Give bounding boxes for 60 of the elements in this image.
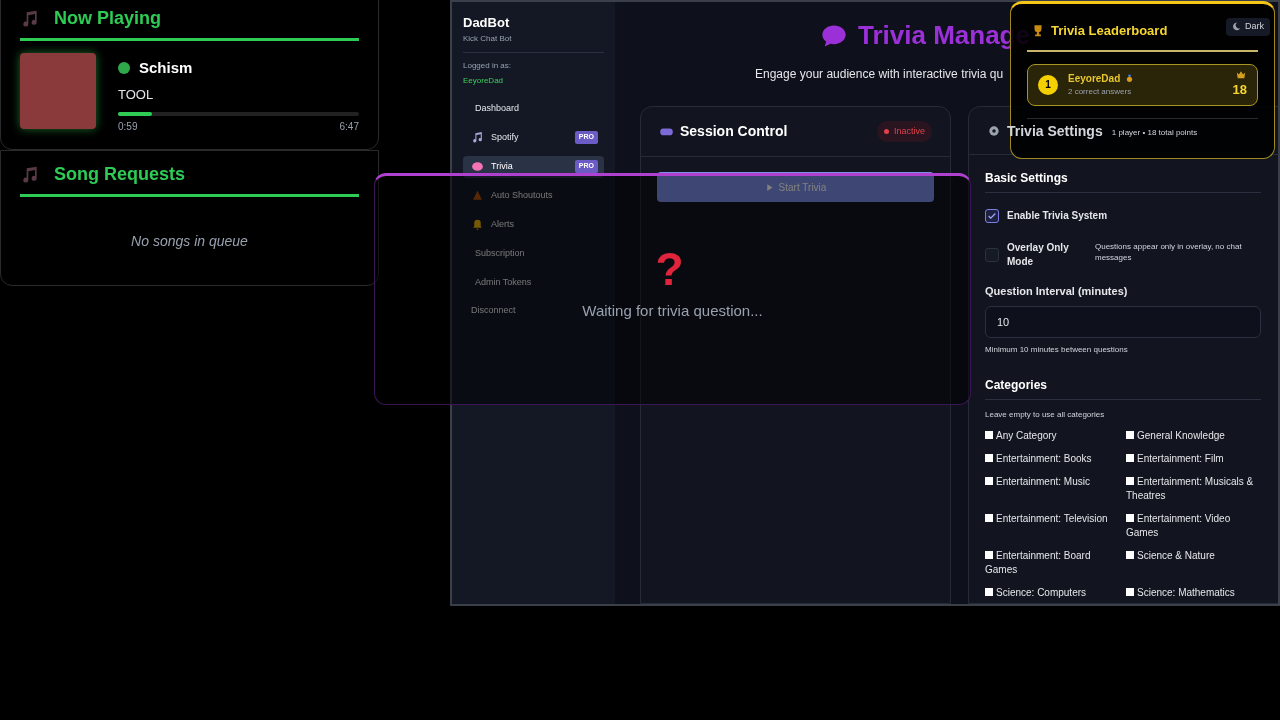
- category-option[interactable]: Entertainment: Video Games: [1126, 511, 1267, 540]
- brand-tagline: Kick Chat Bot: [463, 32, 513, 45]
- section-heading: Basic Settings: [985, 169, 1261, 193]
- category-option[interactable]: Science & Nature: [1126, 548, 1267, 577]
- category-option[interactable]: Science: Computers: [985, 585, 1126, 600]
- play-icon: [764, 182, 774, 192]
- waiting-message: Waiting for trivia question...: [582, 301, 763, 321]
- checkbox-label: Enable Trivia System: [1007, 209, 1108, 223]
- sidebar-item[interactable]: Auto Shoutouts: [463, 184, 604, 207]
- category-option[interactable]: Science: Mathematics: [1126, 585, 1267, 600]
- track-title: Schism: [139, 58, 193, 78]
- empty-queue-text: No songs in queue: [131, 232, 248, 251]
- player-detail: 2 correct answers: [1068, 86, 1133, 98]
- checkbox[interactable]: [985, 248, 999, 262]
- player-name: EeyoreDad: [1068, 72, 1121, 86]
- music-note-icon: [20, 8, 40, 29]
- checkmark-icon: [987, 210, 997, 221]
- category-option[interactable]: Entertainment: Music: [985, 474, 1126, 503]
- crown-icon: [1235, 69, 1247, 80]
- category-option[interactable]: Entertainment: Television: [985, 511, 1126, 540]
- elapsed-time: 0:59: [118, 120, 138, 134]
- category-option[interactable]: Entertainment: Musicals & Theatres: [1126, 474, 1267, 503]
- brand-name: DadBot: [463, 14, 511, 32]
- field-label: Question Interval (minutes): [985, 284, 1129, 299]
- music-note-icon: [471, 131, 484, 144]
- rank-badge: 1: [1038, 74, 1058, 95]
- interval-input[interactable]: 10: [985, 305, 1261, 338]
- field-hint: Minimum 10 minutes between questions: [985, 343, 1129, 356]
- logged-in-label: Logged in as:: [463, 59, 513, 72]
- panel-title: Now Playing: [54, 7, 161, 30]
- artist-name: TOOL: [118, 85, 155, 104]
- track-duration: 6:47: [339, 120, 359, 134]
- category-option[interactable]: Entertainment: Film: [1126, 451, 1267, 466]
- category-option[interactable]: Entertainment: Board Games: [985, 548, 1126, 577]
- status-badge: Inactive: [876, 120, 932, 143]
- theme-toggle[interactable]: Dark: [1226, 18, 1270, 36]
- sidebar-item[interactable]: Alerts: [463, 213, 604, 236]
- moon-icon: [1232, 22, 1241, 32]
- medal-icon: [1125, 74, 1135, 83]
- section-heading: Categories: [985, 375, 1261, 400]
- option-description: Questions appear only in overlay, no chat messages: [1095, 241, 1243, 263]
- player-points: 18: [1232, 80, 1247, 99]
- gear-icon: [987, 123, 1001, 138]
- checkbox-label: Overlay Only Mode: [1007, 241, 1070, 269]
- checkbox[interactable]: [985, 208, 999, 223]
- leaderboard-title: Trivia Leaderboard: [1051, 22, 1168, 40]
- sidebar-item[interactable]: Dashboard: [463, 97, 604, 120]
- bell-icon: [471, 218, 484, 231]
- card-title: Session Control: [680, 122, 789, 141]
- category-option[interactable]: Any Category: [985, 428, 1126, 443]
- panel-title: Song Requests: [54, 163, 186, 186]
- field-hint: Leave empty to use all categories: [985, 408, 1106, 421]
- sidebar-item[interactable]: Subscription: [463, 242, 604, 265]
- music-note-icon: [20, 164, 40, 185]
- category-option[interactable]: Entertainment: Books: [985, 451, 1126, 466]
- question-mark-symbol: ?: [655, 246, 684, 292]
- username: EeyoreDad: [463, 74, 505, 87]
- page-subtitle: Engage your audience with interactive trivia qu: [755, 66, 1004, 83]
- category-option[interactable]: General Knowledge: [1126, 428, 1267, 443]
- sidebar-item[interactable]: Admin Tokens: [463, 271, 604, 294]
